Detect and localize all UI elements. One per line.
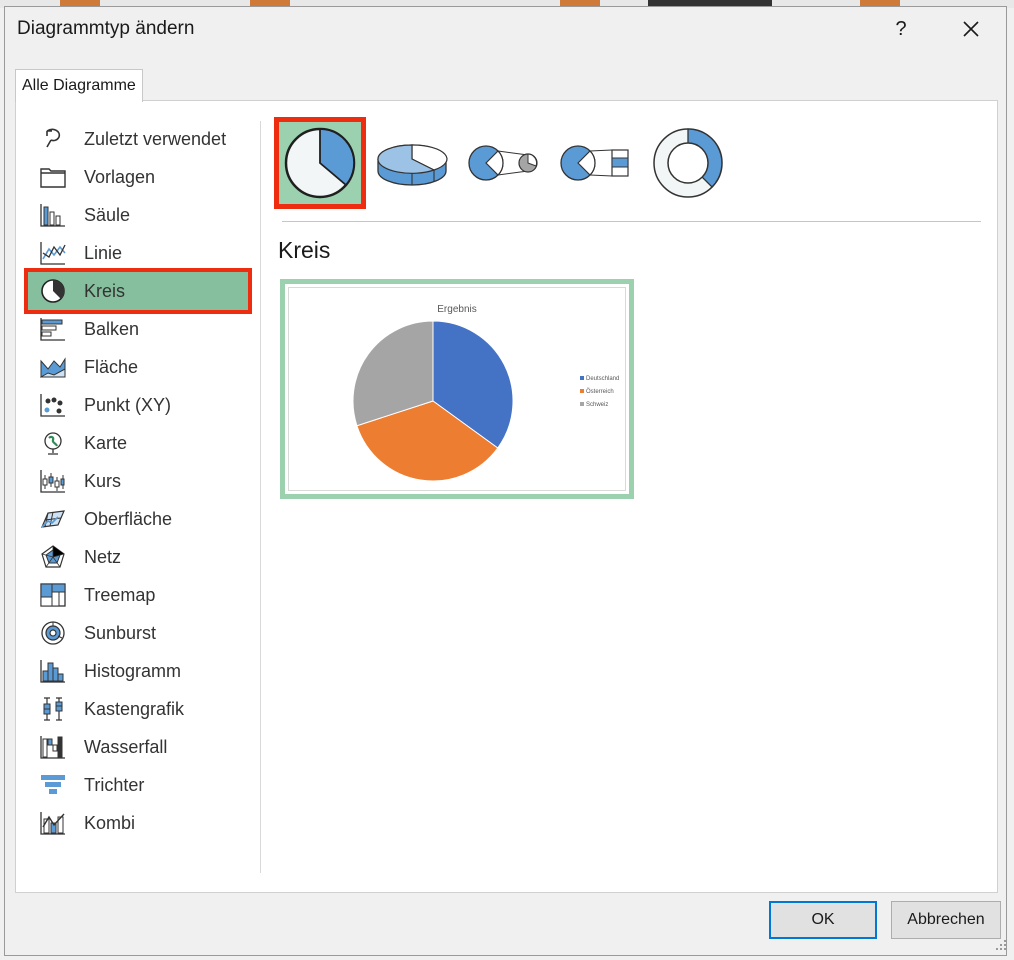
sidebar-item-treemap[interactable]: Treemap [28,576,248,614]
sidebar-item-surface[interactable]: Oberfläche [28,500,248,538]
chart-title: Ergebnis [437,304,476,315]
sidebar-item-label: Treemap [84,584,156,605]
sidebar-item-label: Vorlagen [84,166,156,187]
sidebar-item-label: Kastengrafik [84,698,185,719]
title-bar: Diagrammtyp ändern ? [5,7,1006,51]
sidebar-divider [260,121,261,873]
sidebar-item-line[interactable]: Linie [28,234,248,272]
sidebar-item-bar[interactable]: Balken [28,310,248,348]
templates-folder-icon [38,164,68,190]
bar-of-pie-icon [560,145,629,181]
chart-preview[interactable]: Ergebnis Deutschland Österreich Schweiz [280,279,634,499]
funnel-icon [38,772,68,798]
legend-swatch [580,402,584,406]
line-chart-icon [38,240,68,266]
dialog-title: Diagrammtyp ändern [17,18,195,39]
sidebar-item-scatter[interactable]: Punkt (XY) [28,386,248,424]
tab-label: Alle Diagramme [22,77,136,94]
sidebar-item-box-whisker[interactable]: Kastengrafik [28,690,248,728]
scatter-chart-icon [38,392,68,418]
map-globe-icon [38,430,68,456]
sidebar-item-label: Zuletzt verwendet [84,128,227,149]
sidebar-item-recent[interactable]: Zuletzt verwendet [28,120,248,158]
area-chart-icon [38,354,68,380]
sidebar-item-label: Balken [84,318,140,339]
sidebar-item-label: Kreis [84,280,126,301]
sidebar-item-label: Linie [84,242,123,263]
tab-all-charts[interactable]: Alle Diagramme [15,69,143,102]
radar-chart-icon [38,544,68,570]
sidebar-item-column[interactable]: Säule [28,196,248,234]
sidebar-item-combo[interactable]: Kombi [28,804,248,842]
sidebar-item-histogram[interactable]: Histogramm [28,652,248,690]
chart-category-sidebar: Zuletzt verwendet Vorlagen Säule Linie K… [16,101,260,892]
sidebar-item-label: Sunburst [84,622,157,643]
legend-swatch [580,389,584,393]
pie-chart-icon [38,278,68,304]
sidebar-item-waterfall[interactable]: Wasserfall [28,728,248,766]
sidebar-item-label: Karte [84,432,128,453]
close-icon [963,21,979,37]
sidebar-item-label: Netz [84,546,122,567]
cancel-button[interactable]: Abbrechen [891,901,1001,939]
legend-label: Deutschland [586,376,619,382]
sidebar-item-stock[interactable]: Kurs [28,462,248,500]
bar-chart-icon [38,316,68,342]
sidebar-item-label: Kurs [84,470,122,491]
combo-chart-icon [38,810,68,836]
subtype-pie-of-pie[interactable] [458,117,550,209]
sidebar-item-map[interactable]: Karte [28,424,248,462]
sidebar-item-templates[interactable]: Vorlagen [28,158,248,196]
legend-label: Österreich [586,388,614,395]
doughnut-icon [653,128,723,198]
sidebar-item-radar[interactable]: Netz [28,538,248,576]
change-chart-type-dialog: Diagrammtyp ändern ? Alle Diagramme Zule… [4,6,1007,956]
sidebar-item-area[interactable]: Fläche [28,348,248,386]
histogram-icon [38,658,68,684]
box-whisker-icon [38,696,68,722]
subtype-bar-of-pie[interactable] [550,117,642,209]
chart-category-list: Zuletzt verwendet Vorlagen Säule Linie K… [24,120,252,842]
sidebar-item-sunburst[interactable]: Sunburst [28,614,248,652]
sidebar-item-funnel[interactable]: Trichter [28,766,248,804]
legend-label: Schweiz [586,402,608,408]
sidebar-item-label: Säule [84,204,131,225]
subtype-pie-3d[interactable] [366,117,458,209]
legend-swatch [580,376,584,380]
pie-of-pie-icon [468,145,538,181]
recent-icon [38,126,68,152]
pie-icon [284,127,356,199]
sidebar-item-label: Oberfläche [84,508,173,529]
resize-grip-icon[interactable] [995,939,1007,951]
pie-3d-icon [377,144,448,186]
sidebar-item-label: Kombi [84,812,136,833]
help-button[interactable]: ? [883,13,919,45]
subtype-doughnut[interactable] [642,117,734,209]
sidebar-item-label: Wasserfall [84,736,168,757]
treemap-icon [38,582,68,608]
selected-chart-type-title: Kreis [278,237,331,263]
sidebar-item-label: Trichter [84,774,145,795]
sidebar-item-pie[interactable]: Kreis [24,268,252,314]
stock-chart-icon [38,468,68,494]
gallery-divider [282,221,981,222]
sidebar-item-label: Fläche [84,356,139,377]
waterfall-icon [38,734,68,760]
sunburst-icon [38,620,68,646]
pie-chart-preview: Ergebnis Deutschland Österreich Schweiz [352,304,619,482]
close-button[interactable] [949,13,993,45]
subtype-pie[interactable] [274,117,366,209]
chart-preview-canvas: Ergebnis Deutschland Österreich Schweiz [288,287,626,491]
surface-chart-icon [38,506,68,532]
ok-button[interactable]: OK [769,901,877,939]
sidebar-item-label: Histogramm [84,660,182,681]
column-chart-icon [38,202,68,228]
sidebar-item-label: Punkt (XY) [84,394,172,415]
tab-content-panel: Zuletzt verwendet Vorlagen Säule Linie K… [15,100,998,893]
